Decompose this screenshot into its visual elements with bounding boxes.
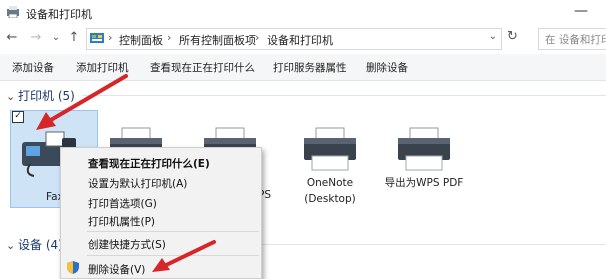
breadcrumb-all-items[interactable]: 所有控制面板项 [179, 32, 256, 48]
printers-group-header[interactable]: ⌄ 打印机 (5) [6, 87, 75, 104]
minimize-button[interactable]: — [574, 3, 588, 19]
devices-group-header[interactable]: ⌄ 设备 (4) [6, 236, 63, 253]
context-menu: 查看现在正在打印什么(E) 设置为默认打印机(A) 打印首选项(G) 打印机属性… [60, 147, 262, 279]
add-device-button[interactable]: 添加设备 [12, 60, 54, 75]
printer-label-2: (Desktop) [304, 193, 356, 205]
remove-device-button[interactable]: 删除设备 [366, 60, 408, 75]
window-title: 设备和打印机 [26, 8, 92, 21]
group-divider [82, 95, 606, 96]
chevron-down-icon: ⌄ [6, 239, 16, 252]
printer-item-onenote[interactable]: OneNote (Desktop) [290, 126, 370, 206]
menu-separator [87, 255, 259, 256]
navigation-bar: ← → ⌄ ↑ › 控制面板 › 所有控制面板项 › 设备和打印机 ⌄ ↻ 在 … [0, 26, 606, 52]
command-bar: 添加设备 添加打印机 查看现在正在打印什么 打印服务器属性 删除设备 [0, 54, 606, 81]
add-printer-button[interactable]: 添加打印机 [76, 60, 129, 75]
devices-printers-icon [7, 6, 19, 18]
devices-group-label: 设备 (4) [18, 238, 63, 252]
printer-icon [304, 127, 356, 171]
shield-icon [67, 261, 79, 274]
title-bar: 设备和打印机 — [0, 0, 606, 26]
printer-icon [398, 127, 450, 171]
menu-item-remove-device[interactable]: 删除设备(V) [88, 262, 145, 277]
breadcrumb-separator: › [108, 31, 113, 44]
selection-checkbox[interactable]: ✓ [12, 111, 24, 123]
breadcrumb-separator: › [167, 31, 172, 44]
forward-arrow-icon[interactable]: → [28, 29, 44, 47]
menu-item-printer-properties[interactable]: 打印机属性(P) [88, 214, 155, 229]
print-server-properties-button[interactable]: 打印服务器属性 [273, 60, 347, 75]
printers-group-label: 打印机 (5) [18, 89, 75, 103]
breadcrumb-separator: › [255, 31, 260, 44]
see-whats-printing-button[interactable]: 查看现在正在打印什么 [150, 60, 255, 75]
address-bar[interactable]: › 控制面板 › 所有控制面板项 › 设备和打印机 ⌄ [86, 28, 502, 50]
menu-item-printing-preferences[interactable]: 打印首选项(G) [88, 196, 157, 211]
control-panel-icon [90, 33, 104, 43]
breadcrumb-control-panel[interactable]: 控制面板 [119, 32, 163, 48]
back-arrow-icon[interactable]: ← [4, 29, 20, 47]
group-divider [262, 244, 606, 245]
chevron-down-icon: ⌄ [6, 90, 16, 103]
refresh-icon[interactable]: ↻ [507, 29, 518, 44]
menu-item-create-shortcut[interactable]: 创建快捷方式(S) [88, 237, 166, 252]
search-placeholder: 在 设备和打印 [545, 34, 606, 46]
search-input[interactable]: 在 设备和打印 [538, 28, 606, 50]
menu-item-set-default[interactable]: 设置为默认打印机(A) [88, 176, 187, 191]
printer-item-wps-pdf[interactable]: 导出为WPS PDF [382, 126, 466, 190]
menu-separator [87, 231, 259, 232]
address-dropdown-icon[interactable]: ⌄ [489, 31, 497, 42]
printer-label: 导出为WPS PDF [384, 177, 464, 189]
recent-locations-chevron-icon[interactable]: ⌄ [48, 29, 64, 47]
printer-label: OneNote [306, 177, 354, 189]
breadcrumb-devices-printers[interactable]: 设备和打印机 [267, 32, 333, 48]
up-arrow-icon[interactable]: ↑ [66, 29, 82, 47]
menu-item-see-whats-printing[interactable]: 查看现在正在打印什么(E) [88, 156, 210, 171]
